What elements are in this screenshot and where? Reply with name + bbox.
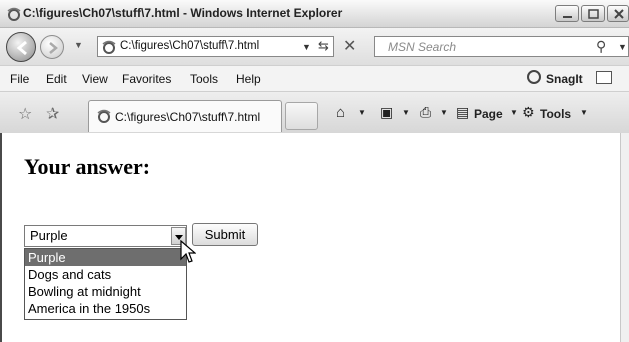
- print-dropdown-icon[interactable]: ▼: [440, 108, 448, 117]
- refresh-icon[interactable]: ⇆: [318, 38, 329, 54]
- page-heading: Your answer:: [24, 154, 151, 179]
- address-dropdown-icon[interactable]: ▼: [302, 42, 311, 52]
- menu-file[interactable]: File: [10, 72, 29, 86]
- menu-tools[interactable]: Tools: [190, 72, 218, 86]
- tools-dropdown-icon[interactable]: ▼: [580, 108, 588, 117]
- recent-pages-dropdown-icon[interactable]: ▼: [74, 40, 83, 50]
- tab-label: C:\figures\Ch07\stuff\7.html: [115, 110, 261, 124]
- search-icon[interactable]: ⚲: [596, 38, 606, 55]
- page-menu-button[interactable]: Page: [474, 107, 503, 121]
- window-title: C:\figures\Ch07\stuff\7.html - Windows I…: [23, 6, 343, 20]
- back-button[interactable]: [6, 32, 36, 62]
- forward-arrow-icon: [49, 42, 58, 54]
- search-options-dropdown-icon[interactable]: ▼: [618, 42, 627, 52]
- page-icon[interactable]: ▤: [456, 104, 469, 121]
- new-tab-button[interactable]: [285, 102, 318, 130]
- snagit-icon[interactable]: [527, 70, 541, 84]
- back-arrow-icon: [16, 40, 27, 56]
- print-icon[interactable]: ⎙: [420, 104, 431, 121]
- feeds-icon[interactable]: ▣: [380, 104, 393, 121]
- select-current-value: Purple: [30, 228, 68, 243]
- mouse-pointer-icon: [180, 240, 196, 263]
- menu-view[interactable]: View: [82, 72, 108, 86]
- forward-button[interactable]: [40, 35, 64, 59]
- minimize-icon: [563, 16, 572, 18]
- address-url: C:\figures\Ch07\stuff\7.html: [120, 40, 260, 52]
- menu-help[interactable]: Help: [236, 72, 261, 86]
- snagit-button[interactable]: SnagIt: [546, 72, 583, 86]
- close-icon: [614, 9, 624, 19]
- home-dropdown-icon[interactable]: ▼: [358, 108, 366, 117]
- vertical-scrollbar[interactable]: [620, 133, 629, 342]
- menu-favorites[interactable]: Favorites: [122, 72, 171, 86]
- option-bowling-at-midnight[interactable]: Bowling at midnight: [25, 283, 186, 300]
- option-america-in-the-1950s[interactable]: America in the 1950s: [25, 300, 186, 317]
- page-dropdown-icon[interactable]: ▼: [510, 108, 518, 117]
- feeds-dropdown-icon[interactable]: ▼: [402, 108, 410, 117]
- tab-page-icon: [97, 109, 111, 123]
- minimize-button[interactable]: [555, 5, 579, 22]
- search-placeholder: MSN Search: [388, 40, 457, 54]
- menu-edit[interactable]: Edit: [46, 72, 67, 86]
- stop-icon[interactable]: ✕: [343, 36, 356, 56]
- snagit-capture-icon[interactable]: [596, 71, 612, 84]
- favorites-center-icon[interactable]: ☆: [18, 104, 32, 124]
- tools-menu-button[interactable]: Tools: [540, 107, 571, 121]
- maximize-button[interactable]: [581, 5, 605, 22]
- add-favorite-icon[interactable]: ✰: [46, 104, 59, 124]
- maximize-icon: [588, 9, 599, 19]
- home-icon[interactable]: ⌂: [336, 104, 345, 121]
- page-icon: [102, 40, 116, 54]
- option-dogs-and-cats[interactable]: Dogs and cats: [25, 266, 186, 283]
- option-purple[interactable]: Purple: [25, 249, 186, 266]
- ie-logo-icon: [7, 7, 21, 21]
- close-button[interactable]: [607, 5, 629, 22]
- submit-button[interactable]: Submit: [192, 223, 258, 246]
- tools-gear-icon[interactable]: ⚙: [522, 104, 535, 121]
